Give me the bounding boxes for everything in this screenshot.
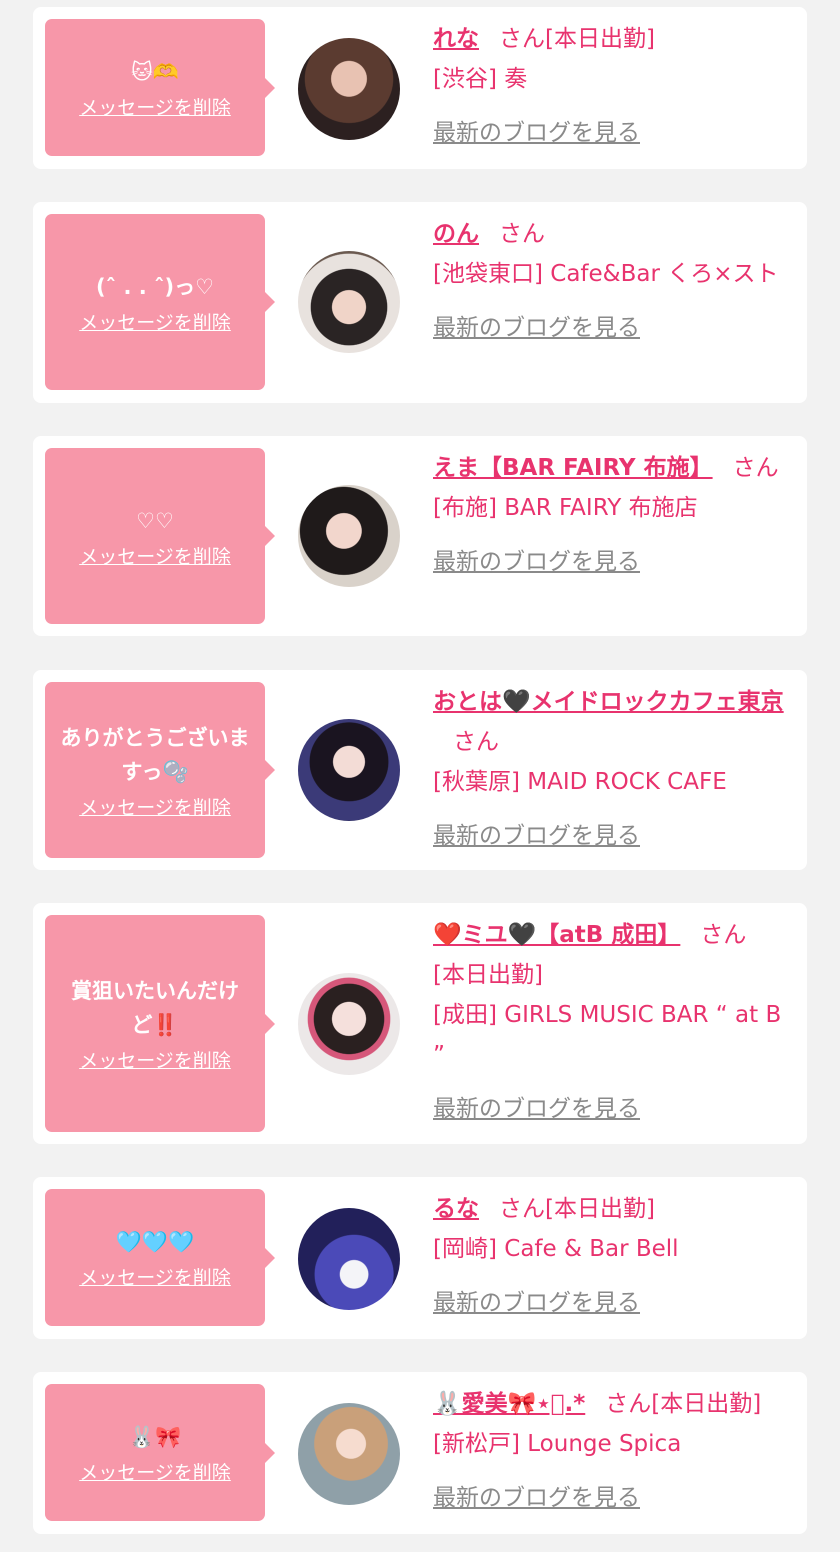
avatar[interactable] <box>298 38 400 140</box>
delete-message-link[interactable]: メッセージを削除 <box>79 1263 231 1290</box>
shop-text: [渋谷] 奏 <box>433 66 528 92</box>
message-card: 賞狙いたいんだけど‼️ メッセージを削除 ❤️ミユ🖤【atB 成田】 さん [本日… <box>33 903 807 1144</box>
message-bubble: ありがとうございますっ🫧 メッセージを削除 <box>45 682 275 858</box>
message-text: ♡♡ <box>136 508 174 533</box>
honorific: さん <box>453 729 499 755</box>
honorific: さん <box>499 1196 545 1222</box>
honorific: さん <box>499 26 545 52</box>
message-bubble: ♡♡ メッセージを削除 <box>45 448 275 624</box>
shop-text: [布施] BAR FAIRY 布施店 <box>433 495 698 521</box>
delete-message-link[interactable]: メッセージを削除 <box>79 542 231 569</box>
latest-blog-link[interactable]: 最新のブログを見る <box>433 1089 640 1129</box>
avatar[interactable] <box>298 251 400 353</box>
message-card: 🐰🎀 メッセージを削除 🐰愛美🎀⋆͛.* さん[本日出勤] [新松戸] Loung… <box>33 1372 807 1534</box>
message-card: 🐱🫶 メッセージを削除 れな さん[本日出勤] [渋谷] 奏 最新のブログを見る <box>33 7 807 169</box>
delete-message-link[interactable]: メッセージを削除 <box>79 93 231 120</box>
shop-text: [秋葉原] MAID ROCK CAFE <box>433 769 727 795</box>
honorific: さん <box>605 1391 652 1417</box>
status-text: [本日出勤] <box>545 1196 655 1222</box>
avatar[interactable] <box>298 973 400 1075</box>
cast-name-link[interactable]: れな <box>433 26 479 52</box>
avatar[interactable] <box>298 719 400 821</box>
latest-blog-link[interactable]: 最新のブログを見る <box>433 816 640 856</box>
message-bubble: 🩵🩵🩵 メッセージを削除 <box>45 1189 275 1326</box>
cast-name-link[interactable]: おとは🖤メイドロックカフェ東京 <box>433 689 784 715</box>
delete-message-link[interactable]: メッセージを削除 <box>79 308 231 335</box>
message-card: 🩵🩵🩵 メッセージを削除 るな さん[本日出勤] [岡崎] Cafe & Bar … <box>33 1177 807 1339</box>
latest-blog-link[interactable]: 最新のブログを見る <box>433 1283 640 1323</box>
message-bubble: 賞狙いたいんだけど‼️ メッセージを削除 <box>45 915 275 1132</box>
latest-blog-link[interactable]: 最新のブログを見る <box>433 308 640 348</box>
latest-blog-link[interactable]: 最新のブログを見る <box>433 542 640 582</box>
latest-blog-link[interactable]: 最新のブログを見る <box>433 1478 640 1518</box>
honorific: さん <box>499 221 545 247</box>
status-text: [本日出勤] <box>545 26 655 52</box>
message-card: ありがとうございますっ🫧 メッセージを削除 おとは🖤メイドロックカフェ東京さん … <box>33 670 807 870</box>
cast-name-link[interactable]: るな <box>433 1196 479 1222</box>
message-text: ありがとうございますっ🫧 <box>60 725 250 784</box>
message-text: 賞狙いたいんだけど‼️ <box>71 979 239 1037</box>
message-card: ♡♡ メッセージを削除 えま【BAR FAIRY 布施】 さん [布施] BAR … <box>33 436 807 636</box>
avatar[interactable] <box>298 1208 400 1310</box>
status-text: [本日出勤] <box>651 1391 762 1417</box>
status-text: [本日出勤] <box>433 962 543 988</box>
delete-message-link[interactable]: メッセージを削除 <box>79 1046 231 1073</box>
cast-name-link[interactable]: のん <box>433 221 479 247</box>
delete-message-link[interactable]: メッセージを削除 <box>79 1458 231 1485</box>
message-card: (ˆ . . ˆ)っ♡ メッセージを削除 のん さん [池袋東口] Cafe&Ba… <box>33 202 807 403</box>
message-bubble: 🐰🎀 メッセージを削除 <box>45 1384 275 1521</box>
shop-text: [池袋東口] Cafe&Bar くろ×スト <box>433 261 779 287</box>
avatar[interactable] <box>298 1403 400 1505</box>
honorific: さん <box>700 922 747 948</box>
cast-name-link[interactable]: 🐰愛美🎀⋆͛.* <box>433 1391 585 1417</box>
message-bubble: (ˆ . . ˆ)っ♡ メッセージを削除 <box>45 214 275 390</box>
shop-text: [岡崎] Cafe & Bar Bell <box>433 1236 679 1262</box>
message-text: 🐰🎀 <box>128 1425 182 1449</box>
message-text: 🐱🫶 <box>130 60 180 84</box>
shop-text: [成田] GIRLS MUSIC BAR “ at B ” <box>433 1002 782 1068</box>
shop-text: [新松戸] Lounge Spica <box>433 1431 682 1457</box>
avatar[interactable] <box>298 485 400 587</box>
delete-message-link[interactable]: メッセージを削除 <box>79 793 231 820</box>
honorific: さん <box>732 455 779 481</box>
cast-name-link[interactable]: えま【BAR FAIRY 布施】 <box>433 455 713 481</box>
cast-name-link[interactable]: ❤️ミユ🖤【atB 成田】 <box>433 922 680 948</box>
message-bubble: 🐱🫶 メッセージを削除 <box>45 19 275 156</box>
message-text: 🩵🩵🩵 <box>115 1230 195 1254</box>
message-text: (ˆ . . ˆ)っ♡ <box>96 274 214 299</box>
latest-blog-link[interactable]: 最新のブログを見る <box>433 113 640 153</box>
